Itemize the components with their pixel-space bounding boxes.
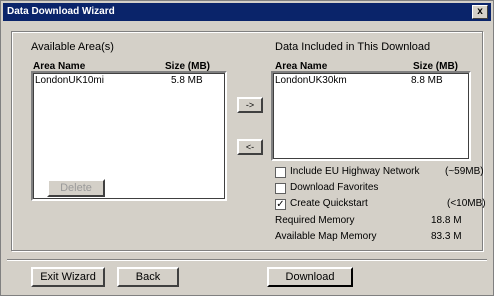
- favorites-checkbox[interactable]: [275, 183, 286, 194]
- available-memory-value: 83.3 M: [431, 231, 462, 242]
- back-button[interactable]: Back: [117, 267, 179, 287]
- title-bar[interactable]: Data Download Wizard x: [3, 3, 491, 21]
- checkmark-icon: ✓: [276, 199, 285, 210]
- close-button[interactable]: x: [472, 5, 488, 19]
- wizard-window: Data Download Wizard x Available Area(s)…: [0, 0, 494, 296]
- eu-highway-checkbox[interactable]: [275, 167, 286, 178]
- available-row-size[interactable]: 5.8 MB: [171, 75, 203, 86]
- quickstart-checkbox[interactable]: ✓: [275, 199, 286, 210]
- available-row-name[interactable]: LondonUK10mi: [35, 75, 104, 86]
- required-memory-value: 18.8 M: [431, 215, 462, 226]
- favorites-label[interactable]: Download Favorites: [290, 182, 378, 193]
- remove-area-button[interactable]: <-: [237, 139, 263, 155]
- eu-highway-label[interactable]: Include EU Highway Network: [290, 166, 420, 177]
- required-memory-label: Required Memory: [275, 215, 355, 226]
- footer-separator: [7, 259, 487, 261]
- available-memory-label: Available Map Memory: [275, 231, 377, 242]
- included-list[interactable]: LondonUK30km 8.8 MB: [271, 71, 471, 161]
- included-heading: Data Included in This Download: [275, 41, 431, 53]
- delete-button[interactable]: Delete: [47, 179, 105, 197]
- eu-highway-size: (~59MB): [445, 166, 484, 177]
- window-title: Data Download Wizard: [7, 6, 115, 17]
- exit-wizard-button[interactable]: Exit Wizard: [31, 267, 105, 287]
- download-button[interactable]: Download: [267, 267, 353, 287]
- close-icon: x: [477, 6, 483, 17]
- add-area-button[interactable]: ->: [237, 97, 263, 113]
- included-row-name[interactable]: LondonUK30km: [275, 75, 347, 86]
- available-heading: Available Area(s): [31, 41, 114, 53]
- quickstart-size: (<10MB): [447, 198, 486, 209]
- quickstart-label[interactable]: Create Quickstart: [290, 198, 368, 209]
- included-row-size[interactable]: 8.8 MB: [411, 75, 443, 86]
